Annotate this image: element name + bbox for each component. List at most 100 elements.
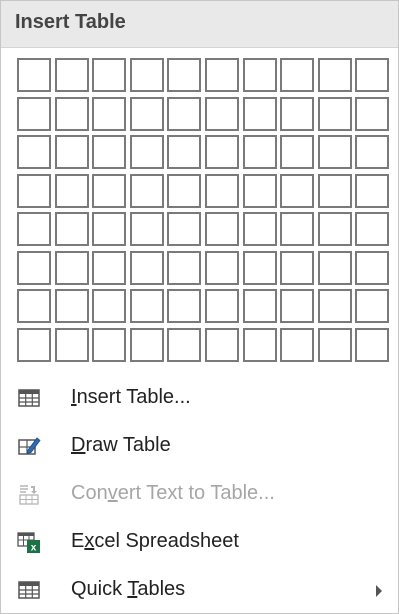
grid-cell[interactable] [355,328,389,362]
grid-cell[interactable] [55,174,89,208]
grid-cell[interactable] [280,174,314,208]
grid-cell[interactable] [318,289,352,323]
grid-cell[interactable] [280,212,314,246]
grid-cell[interactable] [55,58,89,92]
grid-cell[interactable] [205,135,239,169]
grid-cell[interactable] [130,174,164,208]
excel-spreadsheet-icon: x [17,532,40,554]
svg-text:x: x [31,543,37,554]
grid-cell[interactable] [55,135,89,169]
grid-cell[interactable] [17,251,51,285]
grid-cell[interactable] [17,289,51,323]
insert-table-menu: Insert Table Insert Table... Draw Table [0,0,399,614]
grid-cell[interactable] [318,174,352,208]
grid-cell[interactable] [280,328,314,362]
table-size-grid[interactable] [17,58,393,368]
grid-cell[interactable] [92,251,126,285]
grid-cell[interactable] [355,135,389,169]
draw-table-pencil-icon [18,437,41,455]
grid-cell[interactable] [92,174,126,208]
grid-cell[interactable] [205,328,239,362]
grid-cell[interactable] [17,174,51,208]
draw-table-label: Draw Table [71,434,171,456]
grid-cell[interactable] [130,135,164,169]
grid-cell[interactable] [318,135,352,169]
grid-cell[interactable] [280,251,314,285]
grid-cell[interactable] [205,58,239,92]
grid-cell[interactable] [167,251,201,285]
grid-cell[interactable] [205,97,239,131]
excel-spreadsheet-menu-item[interactable]: x Excel Spreadsheet [1,518,398,566]
grid-cell[interactable] [167,97,201,131]
grid-cell[interactable] [55,251,89,285]
excel-spreadsheet-label: Excel Spreadsheet [71,530,239,552]
grid-cell[interactable] [205,174,239,208]
grid-cell[interactable] [92,212,126,246]
grid-cell[interactable] [92,97,126,131]
grid-cell[interactable] [92,58,126,92]
quick-tables-icon [18,581,40,599]
grid-cell[interactable] [17,58,51,92]
grid-cell[interactable] [355,212,389,246]
insert-table-menu-item[interactable]: Insert Table... [1,374,398,422]
grid-cell[interactable] [243,58,277,92]
grid-cell[interactable] [318,58,352,92]
grid-cell[interactable] [55,212,89,246]
grid-cell[interactable] [355,174,389,208]
grid-cell[interactable] [205,289,239,323]
grid-cell[interactable] [243,135,277,169]
grid-cell[interactable] [130,328,164,362]
convert-text-to-table-icon [19,485,39,505]
grid-cell[interactable] [280,97,314,131]
insert-table-label: Insert Table... [71,386,191,408]
grid-cell[interactable] [130,97,164,131]
grid-cell[interactable] [243,328,277,362]
grid-cell[interactable] [17,135,51,169]
grid-cell[interactable] [17,328,51,362]
grid-cell[interactable] [55,289,89,323]
grid-cell[interactable] [92,328,126,362]
grid-cell[interactable] [167,135,201,169]
grid-cell[interactable] [318,212,352,246]
grid-cell[interactable] [280,135,314,169]
grid-cell[interactable] [280,58,314,92]
grid-cell[interactable] [167,328,201,362]
menu-title: Insert Table [15,11,126,33]
grid-cell[interactable] [55,97,89,131]
grid-cell[interactable] [130,212,164,246]
grid-cell[interactable] [92,135,126,169]
grid-cell[interactable] [355,58,389,92]
grid-cell[interactable] [92,289,126,323]
grid-cell[interactable] [318,251,352,285]
grid-cell[interactable] [17,212,51,246]
grid-cell[interactable] [318,97,352,131]
grid-cell[interactable] [243,97,277,131]
grid-cell[interactable] [17,97,51,131]
grid-cell[interactable] [243,251,277,285]
grid-cell[interactable] [130,58,164,92]
grid-cell[interactable] [167,289,201,323]
grid-cell[interactable] [355,97,389,131]
grid-cell[interactable] [130,289,164,323]
draw-table-menu-item[interactable]: Draw Table [1,422,398,470]
grid-cell[interactable] [243,174,277,208]
grid-cell[interactable] [167,58,201,92]
convert-text-to-table-menu-item[interactable]: Convert Text to Table... [1,470,398,518]
grid-cell[interactable] [55,328,89,362]
grid-cell[interactable] [318,328,352,362]
grid-cell[interactable] [167,212,201,246]
grid-cell[interactable] [280,289,314,323]
grid-cell[interactable] [130,251,164,285]
menu-header: Insert Table [1,1,398,48]
grid-cell[interactable] [243,212,277,246]
grid-cell[interactable] [355,251,389,285]
grid-cell[interactable] [205,212,239,246]
grid-cell[interactable] [243,289,277,323]
grid-cell[interactable] [205,251,239,285]
grid-cell[interactable] [167,174,201,208]
quick-tables-menu-item[interactable]: Quick Tables [1,566,398,614]
grid-cell[interactable] [355,289,389,323]
convert-text-to-table-label: Convert Text to Table... [71,482,275,504]
table-grid-icon [18,389,40,407]
submenu-arrow-icon [376,585,382,597]
